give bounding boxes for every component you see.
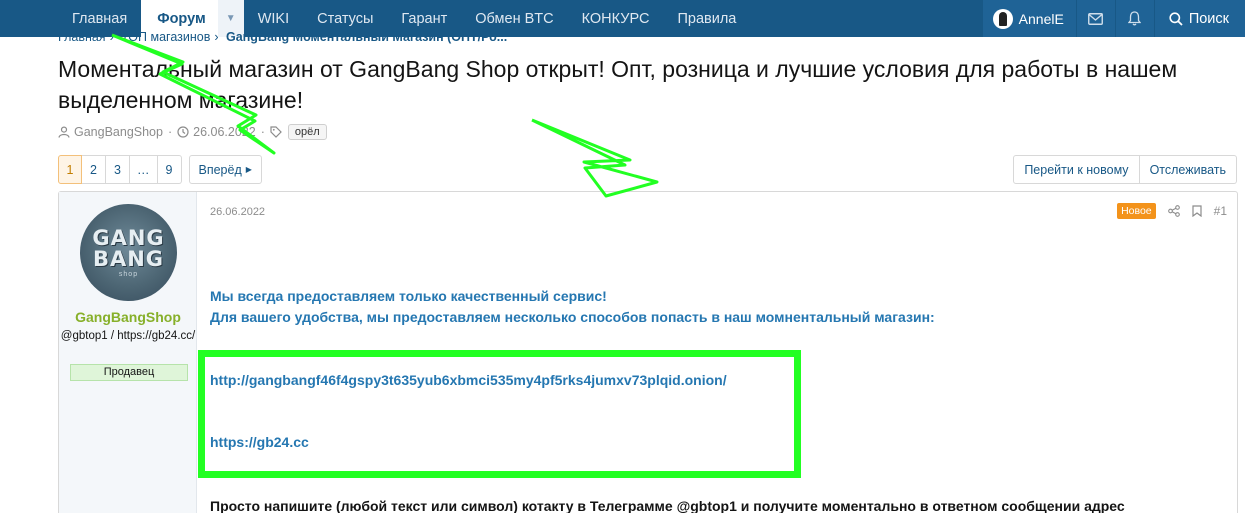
- go-to-new-button[interactable]: Перейти к новому: [1013, 155, 1140, 184]
- inbox-envelope-icon[interactable]: [1076, 0, 1115, 37]
- onion-link[interactable]: http://gangbangf46f4gspy3t635yub6xbmci53…: [210, 372, 727, 388]
- user-role-badge: Продавец: [70, 364, 188, 381]
- page-2[interactable]: 2: [82, 155, 106, 184]
- user-icon: [58, 126, 70, 138]
- breadcrumb: Главная › ТОП магазинов › GangBang Момента…: [58, 30, 507, 44]
- search-icon: [1169, 11, 1183, 26]
- lightning-arrow: [531, 118, 659, 198]
- breadcrumb-separator-icon: ›: [214, 30, 219, 44]
- thread-date[interactable]: 26.06.2022: [193, 125, 256, 139]
- breadcrumb-forum[interactable]: GangBang Моментальный Магазин (ОПТ/Ро...: [226, 30, 507, 44]
- breadcrumb-home[interactable]: Главная: [58, 30, 106, 44]
- post-text-line: Мы всегда предоставляем только качествен…: [210, 288, 607, 304]
- page-9[interactable]: 9: [157, 155, 182, 184]
- post-date[interactable]: 26.06.2022: [210, 206, 265, 218]
- pagination: 1 2 3 … 9 Вперёд ▶: [58, 155, 262, 184]
- user-avatar: [992, 8, 1013, 29]
- page-3[interactable]: 3: [106, 155, 130, 184]
- post-text-line: Для вашего удобства, мы предоставляем не…: [210, 309, 935, 325]
- next-page-label: Вперёд: [198, 162, 242, 177]
- new-badge: Новое: [1117, 203, 1156, 219]
- avatar-logo-text: BANG: [92, 246, 165, 271]
- nav-tab-contest[interactable]: КОНКУРС: [568, 0, 664, 37]
- nav-account-area: AnnelE Поиск: [982, 0, 1245, 37]
- account-menu[interactable]: AnnelE: [982, 0, 1076, 37]
- post-username[interactable]: GangBangShop: [59, 309, 197, 325]
- search-label: Поиск: [1188, 10, 1229, 27]
- breadcrumb-separator-icon: ›: [109, 30, 114, 44]
- thread-author[interactable]: GangBangShop: [74, 125, 163, 139]
- author-avatar[interactable]: GANG BANG shop: [80, 204, 177, 301]
- avatar-logo-text: GANG: [92, 225, 165, 250]
- post-number[interactable]: #1: [1214, 204, 1227, 218]
- post-tools: Новое #1: [1117, 203, 1227, 219]
- thread-tag[interactable]: орёл: [287, 124, 327, 140]
- account-username: AnnelE: [1018, 10, 1064, 27]
- clock-icon: [177, 126, 189, 138]
- post: GANG BANG shop GangBangShop @gbtop1 / ht…: [58, 191, 1238, 513]
- page-jump[interactable]: …: [130, 155, 158, 184]
- nav-tab-rules[interactable]: Правила: [663, 0, 750, 37]
- caret-right-icon: ▶: [245, 165, 252, 174]
- thread-title: Моментальный магазин от GangBang Shop от…: [58, 56, 1178, 113]
- avatar-logo-text: shop: [118, 270, 139, 278]
- thread-actions: Перейти к новому Отслеживать: [1013, 155, 1237, 184]
- tag-icon: [270, 126, 282, 138]
- post-user-pane: GANG BANG shop GangBangShop @gbtop1 / ht…: [59, 192, 197, 513]
- search-button[interactable]: Поиск: [1154, 0, 1245, 37]
- next-page-button[interactable]: Вперёд ▶: [188, 155, 262, 184]
- breadcrumb-top-shops[interactable]: ТОП магазинов: [121, 30, 210, 44]
- post-user-title: @gbtop1 / https://gb24.cc/: [60, 330, 196, 342]
- post-text-line: Просто напишите (любой текст или символ)…: [210, 498, 1125, 513]
- alerts-bell-icon[interactable]: [1115, 0, 1154, 37]
- share-icon[interactable]: [1167, 205, 1180, 217]
- page-1[interactable]: 1: [58, 155, 82, 184]
- website-link[interactable]: https://gb24.cc: [210, 434, 309, 450]
- thread-meta: GangBangShop · 26.06.2022 · орёл: [58, 124, 327, 140]
- bookmark-icon[interactable]: [1192, 205, 1202, 217]
- watch-button[interactable]: Отслеживать: [1139, 155, 1237, 184]
